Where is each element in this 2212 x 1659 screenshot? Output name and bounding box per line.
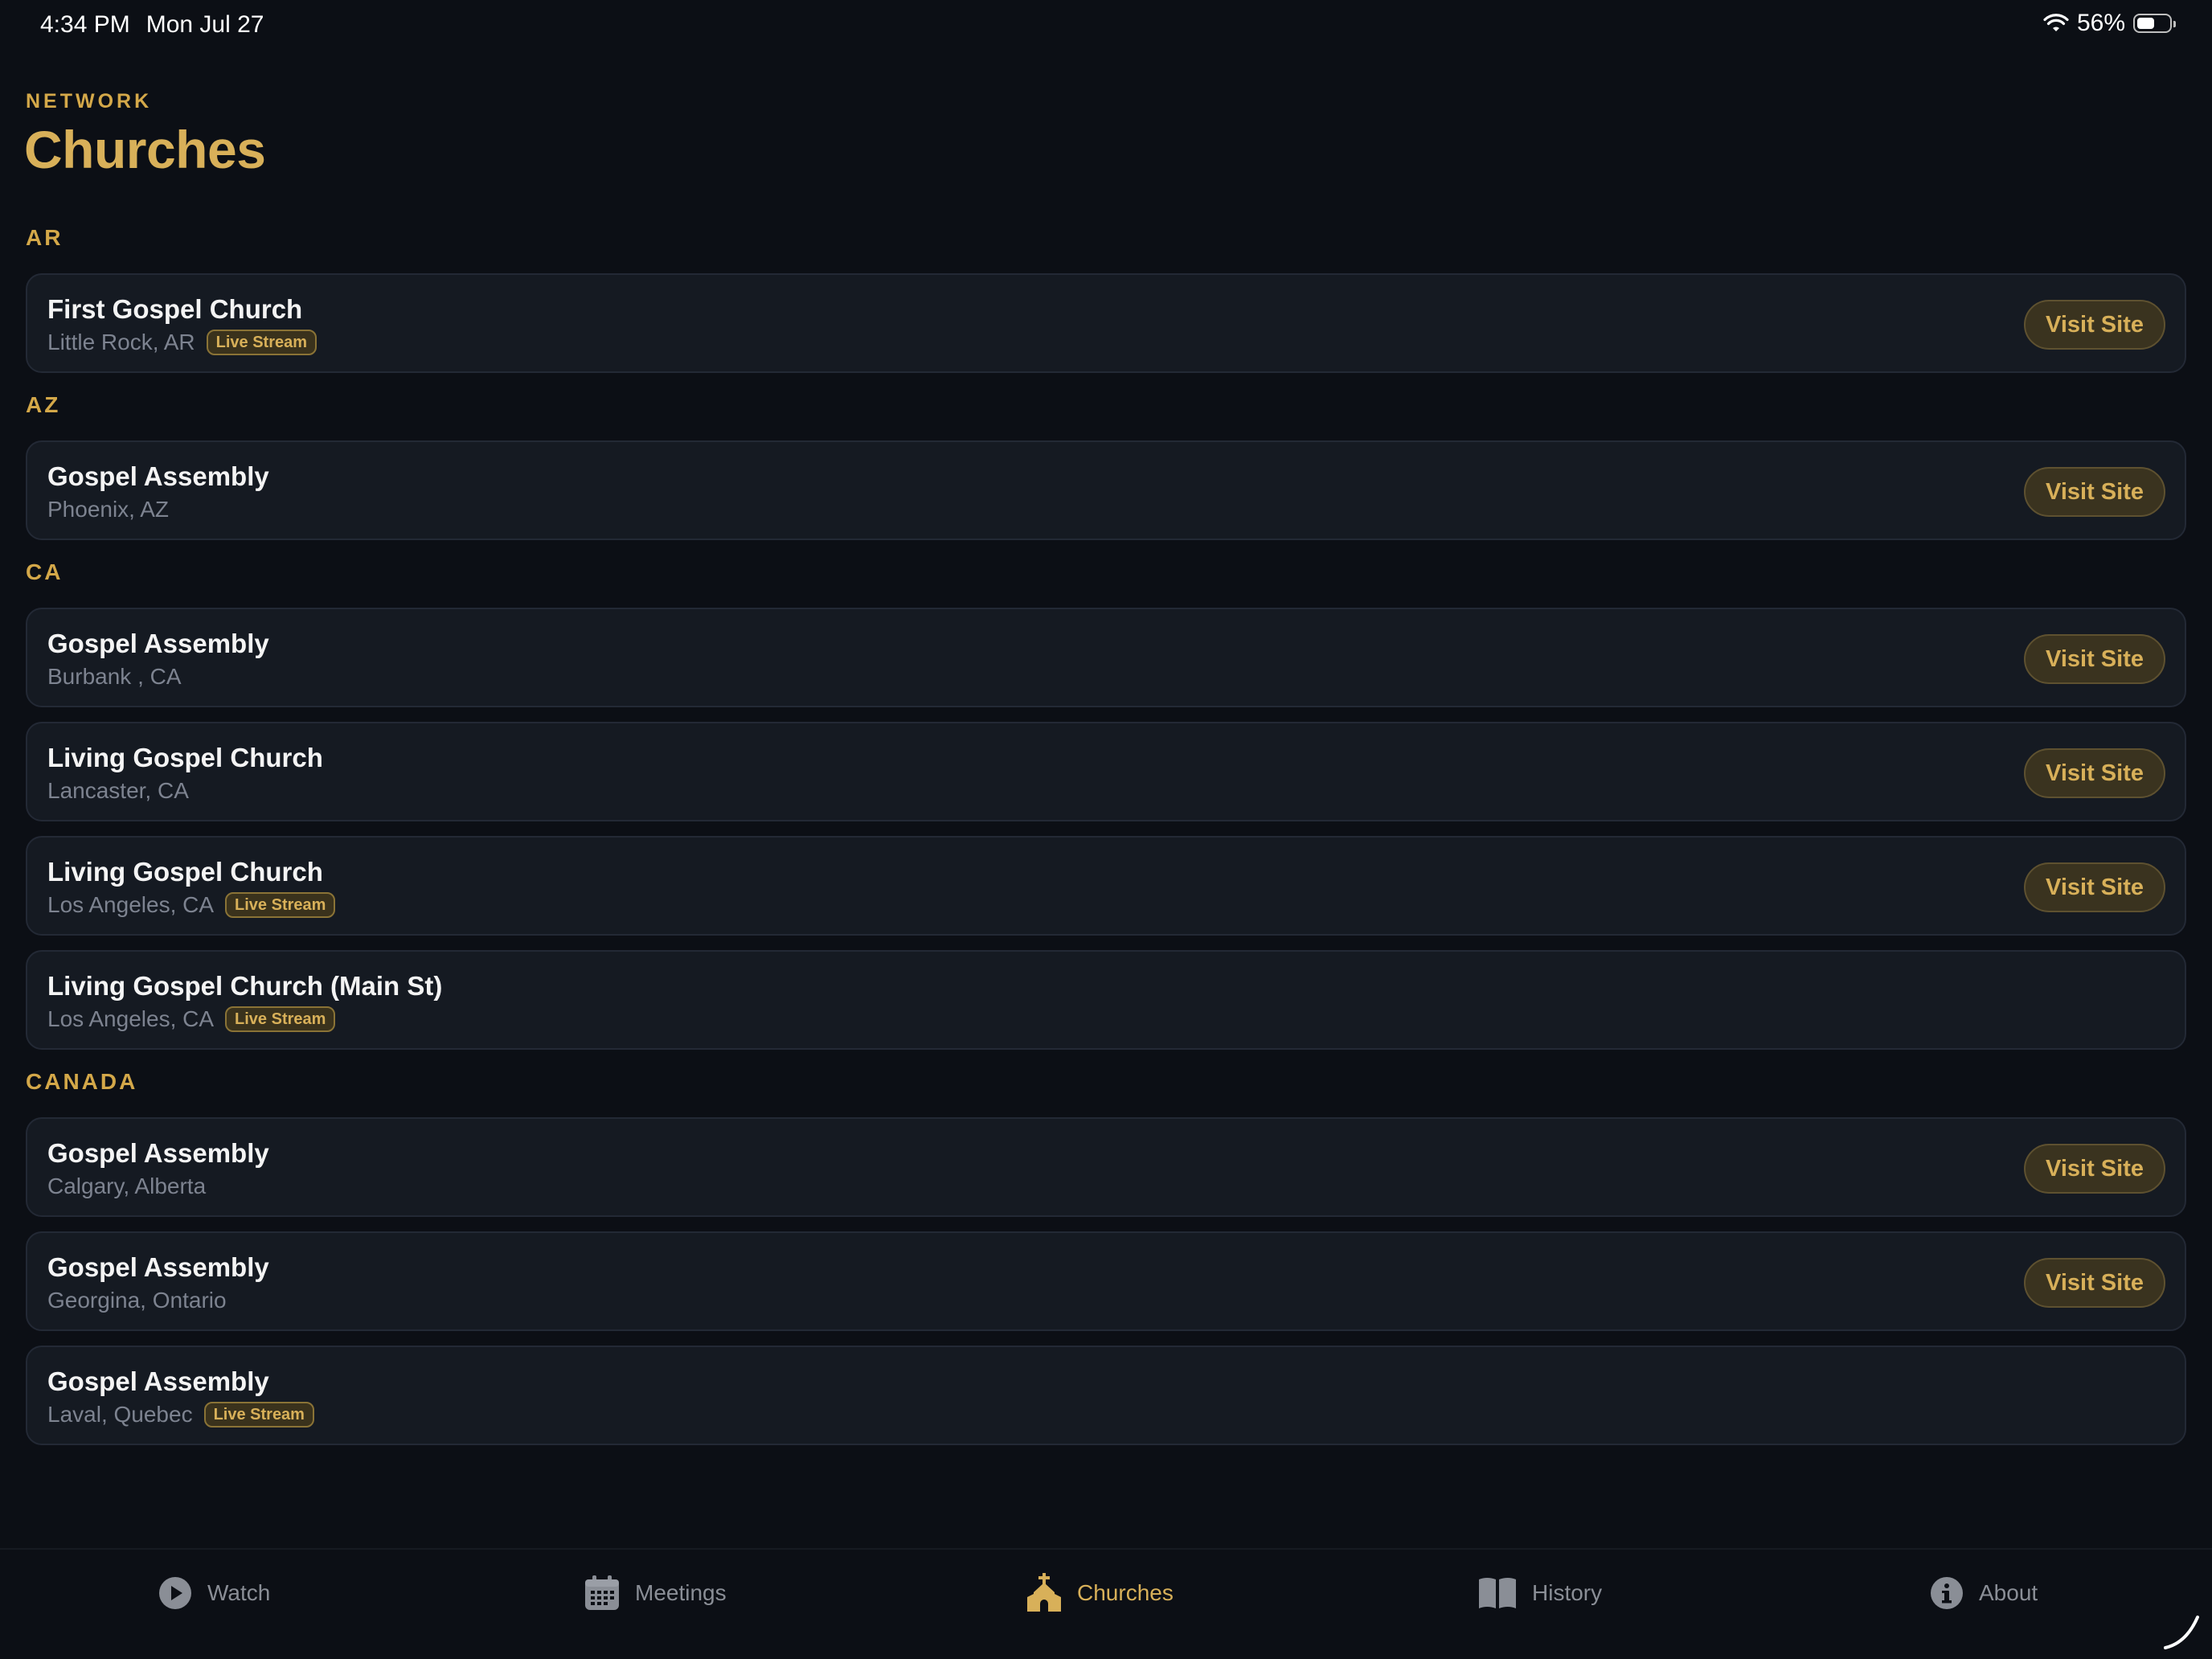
church-subtitle: Georgina, Ontario <box>47 1288 227 1313</box>
church-subtitle: Los Angeles, CA Live Stream <box>47 892 336 918</box>
church-location: Georgina, Ontario <box>47 1288 227 1313</box>
church-subtitle: Lancaster, CA <box>47 778 189 804</box>
visit-site-button[interactable]: Visit Site <box>2024 862 2165 912</box>
section-header: AZ <box>26 392 61 417</box>
church-subtitle: Calgary, Alberta <box>47 1174 206 1199</box>
visit-site-button[interactable]: Visit Site <box>2024 300 2165 350</box>
tab-churches-label: Churches <box>1077 1580 1174 1605</box>
section-header: CA <box>26 559 63 584</box>
church-location: Los Angeles, CA <box>47 892 215 917</box>
battery-icon <box>2133 14 2176 33</box>
visit-site-button[interactable]: Visit Site <box>2024 634 2165 684</box>
section-header: CANADA <box>26 1069 138 1094</box>
churches-screen: 4:34 PM Mon Jul 27 56% NETWORK Churches A… <box>0 0 2212 1659</box>
church-card[interactable]: Gospel Assembly Georgina, Ontario Visit Si… <box>26 1231 2186 1331</box>
tab-history[interactable]: History <box>1477 1571 1602 1616</box>
wifi-icon <box>2043 14 2069 31</box>
church-location: Lancaster, CA <box>47 778 189 803</box>
church-name: Gospel Assembly <box>47 1138 269 1168</box>
church-card[interactable]: Gospel Assembly Burbank , CA Visit Site <box>26 608 2186 707</box>
church-icon <box>1027 1573 1061 1612</box>
visit-site-button[interactable]: Visit Site <box>2024 1144 2165 1194</box>
church-name: First Gospel Church <box>47 294 303 324</box>
church-card[interactable]: Living Gospel Church Lancaster, CA Visit S… <box>26 722 2186 821</box>
church-name: Living Gospel Church <box>47 743 323 772</box>
tab-bar: Watch Meetings Churches History About <box>0 1548 2212 1659</box>
church-location: Phoenix, AZ <box>47 497 169 522</box>
status-bar: 4:34 PM Mon Jul 27 56% <box>0 0 2212 51</box>
church-name: Gospel Assembly <box>47 1366 269 1396</box>
visit-site-button[interactable]: Visit Site <box>2024 748 2165 798</box>
section-header: AR <box>26 225 63 250</box>
church-location: Calgary, Alberta <box>47 1174 207 1198</box>
church-list: AR First Gospel Church Little Rock, AR Live… <box>26 217 2186 1463</box>
status-indicators: 56% <box>2043 10 2176 37</box>
church-card[interactable]: First Gospel Church Little Rock, AR Live S… <box>26 273 2186 373</box>
church-name: Gospel Assembly <box>47 1252 269 1282</box>
church-subtitle: Los Angeles, CA Live Stream <box>47 1006 336 1032</box>
visit-site-button[interactable]: Visit Site <box>2024 467 2165 517</box>
church-subtitle: Laval, Quebec Live Stream <box>47 1402 314 1428</box>
tab-about-label: About <box>1979 1580 2038 1605</box>
tab-meetings-label: Meetings <box>635 1580 727 1605</box>
tab-watch[interactable]: Watch <box>158 1571 270 1616</box>
church-location: Little Rock, AR <box>47 330 195 354</box>
live-stream-badge: Live Stream <box>206 330 317 355</box>
battery-nub <box>2173 21 2176 27</box>
live-stream-badge: Live Stream <box>225 1006 336 1032</box>
church-card[interactable]: Living Gospel Church (Main St) Los Angele… <box>26 950 2186 1050</box>
tab-watch-label: Watch <box>207 1580 271 1605</box>
battery-percent: 56% <box>2076 10 2125 36</box>
play-circle-icon <box>159 1577 191 1609</box>
church-card[interactable]: Living Gospel Church Los Angeles, CA Live … <box>26 836 2186 936</box>
church-location: Laval, Quebec <box>47 1402 193 1427</box>
church-location: Burbank , CA <box>47 664 182 689</box>
live-stream-badge: Live Stream <box>225 892 336 918</box>
church-subtitle: Little Rock, AR Live Stream <box>47 330 317 355</box>
status-time-date: 4:34 PM Mon Jul 27 <box>40 11 264 39</box>
visit-site-button[interactable]: Visit Site <box>2024 1258 2165 1308</box>
church-card[interactable]: Gospel Assembly Calgary, Alberta Visit Sit… <box>26 1117 2186 1217</box>
page-title: Churches <box>24 120 266 179</box>
church-subtitle: Phoenix, AZ <box>47 497 169 522</box>
book-icon <box>1479 1578 1516 1608</box>
church-name: Living Gospel Church <box>47 857 323 887</box>
tab-about[interactable]: About <box>1929 1571 2038 1616</box>
status-date: Mon Jul 27 <box>145 11 264 38</box>
church-name: Living Gospel Church (Main St) <box>47 971 443 1001</box>
church-subtitle: Burbank , CA <box>47 664 182 690</box>
church-card[interactable]: Gospel Assembly Laval, Quebec Live Stream <box>26 1346 2186 1445</box>
church-name: Gospel Assembly <box>47 629 269 658</box>
tab-churches[interactable]: Churches <box>1026 1571 1174 1616</box>
tab-history-label: History <box>1532 1580 1603 1605</box>
church-name: Gospel Assembly <box>47 461 269 491</box>
church-location: Los Angeles, CA <box>47 1006 215 1031</box>
live-stream-badge: Live Stream <box>203 1402 314 1428</box>
church-card[interactable]: Gospel Assembly Phoenix, AZ Visit Site <box>26 440 2186 540</box>
status-time: 4:34 PM <box>40 11 130 38</box>
scroll-indicator-icon <box>2164 1616 2199 1649</box>
battery-level-fill <box>2137 18 2154 29</box>
calendar-icon <box>585 1575 619 1610</box>
info-circle-icon <box>1931 1577 1963 1609</box>
page-eyebrow: NETWORK <box>26 90 153 113</box>
tab-meetings[interactable]: Meetings <box>584 1571 727 1616</box>
